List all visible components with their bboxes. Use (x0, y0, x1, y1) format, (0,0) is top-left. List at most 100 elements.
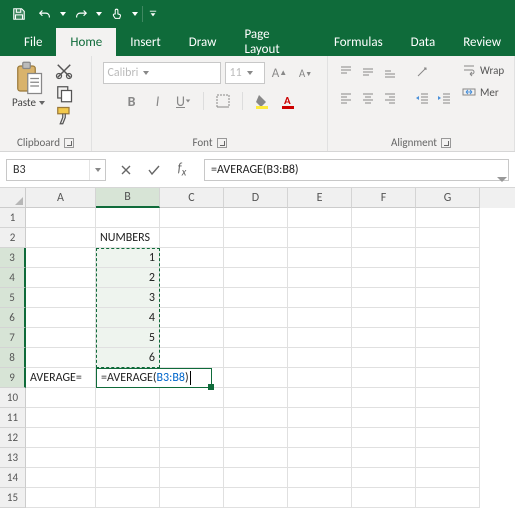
cell-E14[interactable] (288, 468, 352, 488)
cell-A10[interactable] (26, 388, 96, 408)
tab-review[interactable]: Review (449, 28, 515, 56)
cell-D5[interactable] (224, 288, 288, 308)
cell-G9[interactable] (416, 368, 480, 388)
tab-home[interactable]: Home (56, 28, 116, 56)
cell-C9[interactable] (160, 368, 224, 388)
tab-insert[interactable]: Insert (116, 28, 175, 56)
cell-F10[interactable] (352, 388, 416, 408)
tab-data[interactable]: Data (397, 28, 450, 56)
row-header-11[interactable]: 11 (0, 408, 26, 428)
formula-input[interactable]: =AVERAGE(B3:B8) (204, 159, 509, 181)
row-header-5[interactable]: 5 (0, 288, 26, 308)
row-header-12[interactable]: 12 (0, 428, 26, 448)
cell-E12[interactable] (288, 428, 352, 448)
cell-D9[interactable] (224, 368, 288, 388)
cell-F9[interactable] (352, 368, 416, 388)
align-bottom-icon[interactable] (380, 62, 400, 82)
row-header-13[interactable]: 13 (0, 448, 26, 468)
cell-F2[interactable] (352, 228, 416, 248)
cell-A6[interactable] (26, 308, 96, 328)
cell-E15[interactable] (288, 488, 352, 508)
cell-A12[interactable] (26, 428, 96, 448)
row-header-7[interactable]: 7 (0, 328, 26, 348)
column-header-C[interactable]: C (160, 188, 224, 208)
cell-A3[interactable] (26, 248, 96, 268)
cell-G14[interactable] (416, 468, 480, 488)
paste-icon[interactable] (14, 60, 44, 96)
row-header-2[interactable]: 2 (0, 228, 26, 248)
row-header-4[interactable]: 4 (0, 268, 26, 288)
tab-page-layout[interactable]: Page Layout (230, 28, 319, 56)
cell-E11[interactable] (288, 408, 352, 428)
undo-icon[interactable] (32, 2, 58, 26)
cell-G7[interactable] (416, 328, 480, 348)
cell-C12[interactable] (160, 428, 224, 448)
cell-D4[interactable] (224, 268, 288, 288)
merge-center-button[interactable]: Mer (462, 82, 504, 102)
column-header-A[interactable]: A (26, 188, 96, 208)
cell-A9[interactable]: AVERAGE= (26, 368, 96, 388)
tab-file[interactable]: File (10, 28, 56, 56)
cell-A2[interactable] (26, 228, 96, 248)
cell-F13[interactable] (352, 448, 416, 468)
paste-button[interactable]: Paste (12, 96, 46, 109)
cell-E9[interactable] (288, 368, 352, 388)
cut-icon[interactable] (54, 62, 74, 80)
cell-B4[interactable]: 2 (96, 268, 160, 288)
save-icon[interactable] (6, 2, 32, 26)
name-box[interactable]: B3 (6, 159, 106, 181)
fill-color-icon[interactable] (251, 90, 273, 112)
cell-C1[interactable] (160, 208, 224, 228)
cell-E4[interactable] (288, 268, 352, 288)
cell-F6[interactable] (352, 308, 416, 328)
cell-A14[interactable] (26, 468, 96, 488)
cell-D8[interactable] (224, 348, 288, 368)
cell-B1[interactable] (96, 208, 160, 228)
font-name-combo[interactable]: Calibri (103, 62, 221, 84)
cell-G3[interactable] (416, 248, 480, 268)
tab-formulas[interactable]: Formulas (320, 28, 397, 56)
cell-E10[interactable] (288, 388, 352, 408)
border-icon[interactable] (212, 90, 234, 112)
cell-G2[interactable] (416, 228, 480, 248)
touch-dropdown-icon[interactable] (130, 10, 140, 18)
cell-B10[interactable] (96, 388, 160, 408)
cell-F7[interactable] (352, 328, 416, 348)
cell-A7[interactable] (26, 328, 96, 348)
cell-A13[interactable] (26, 448, 96, 468)
underline-button[interactable]: U (173, 90, 195, 112)
cell-E2[interactable] (288, 228, 352, 248)
row-header-14[interactable]: 14 (0, 468, 26, 488)
cell-F3[interactable] (352, 248, 416, 268)
cell-E13[interactable] (288, 448, 352, 468)
cell-G15[interactable] (416, 488, 480, 508)
cell-C2[interactable] (160, 228, 224, 248)
row-header-6[interactable]: 6 (0, 308, 26, 328)
name-box-dropdown-icon[interactable] (89, 160, 105, 180)
cell-D13[interactable] (224, 448, 288, 468)
copy-icon[interactable] (54, 84, 74, 102)
column-header-F[interactable]: F (352, 188, 416, 208)
row-header-8[interactable]: 8 (0, 348, 26, 368)
cell-B8[interactable]: 6 (96, 348, 160, 368)
cell-G13[interactable] (416, 448, 480, 468)
align-right-icon[interactable] (380, 88, 400, 108)
undo-dropdown-icon[interactable] (58, 10, 68, 18)
column-header-E[interactable]: E (288, 188, 352, 208)
cell-F4[interactable] (352, 268, 416, 288)
clipboard-dialog-launcher-icon[interactable] (64, 138, 74, 148)
cell-B11[interactable] (96, 408, 160, 428)
cell-B15[interactable] (96, 488, 160, 508)
bold-button[interactable]: B (121, 90, 143, 112)
redo-dropdown-icon[interactable] (94, 10, 104, 18)
align-center-icon[interactable] (358, 88, 378, 108)
cell-B6[interactable]: 4 (96, 308, 160, 328)
cell-A5[interactable] (26, 288, 96, 308)
font-size-combo[interactable]: 11 (225, 62, 265, 84)
font-dialog-launcher-icon[interactable] (217, 138, 227, 148)
cell-C14[interactable] (160, 468, 224, 488)
cancel-formula-icon[interactable] (112, 159, 140, 181)
cell-D7[interactable] (224, 328, 288, 348)
cell-G11[interactable] (416, 408, 480, 428)
cell-C7[interactable] (160, 328, 224, 348)
